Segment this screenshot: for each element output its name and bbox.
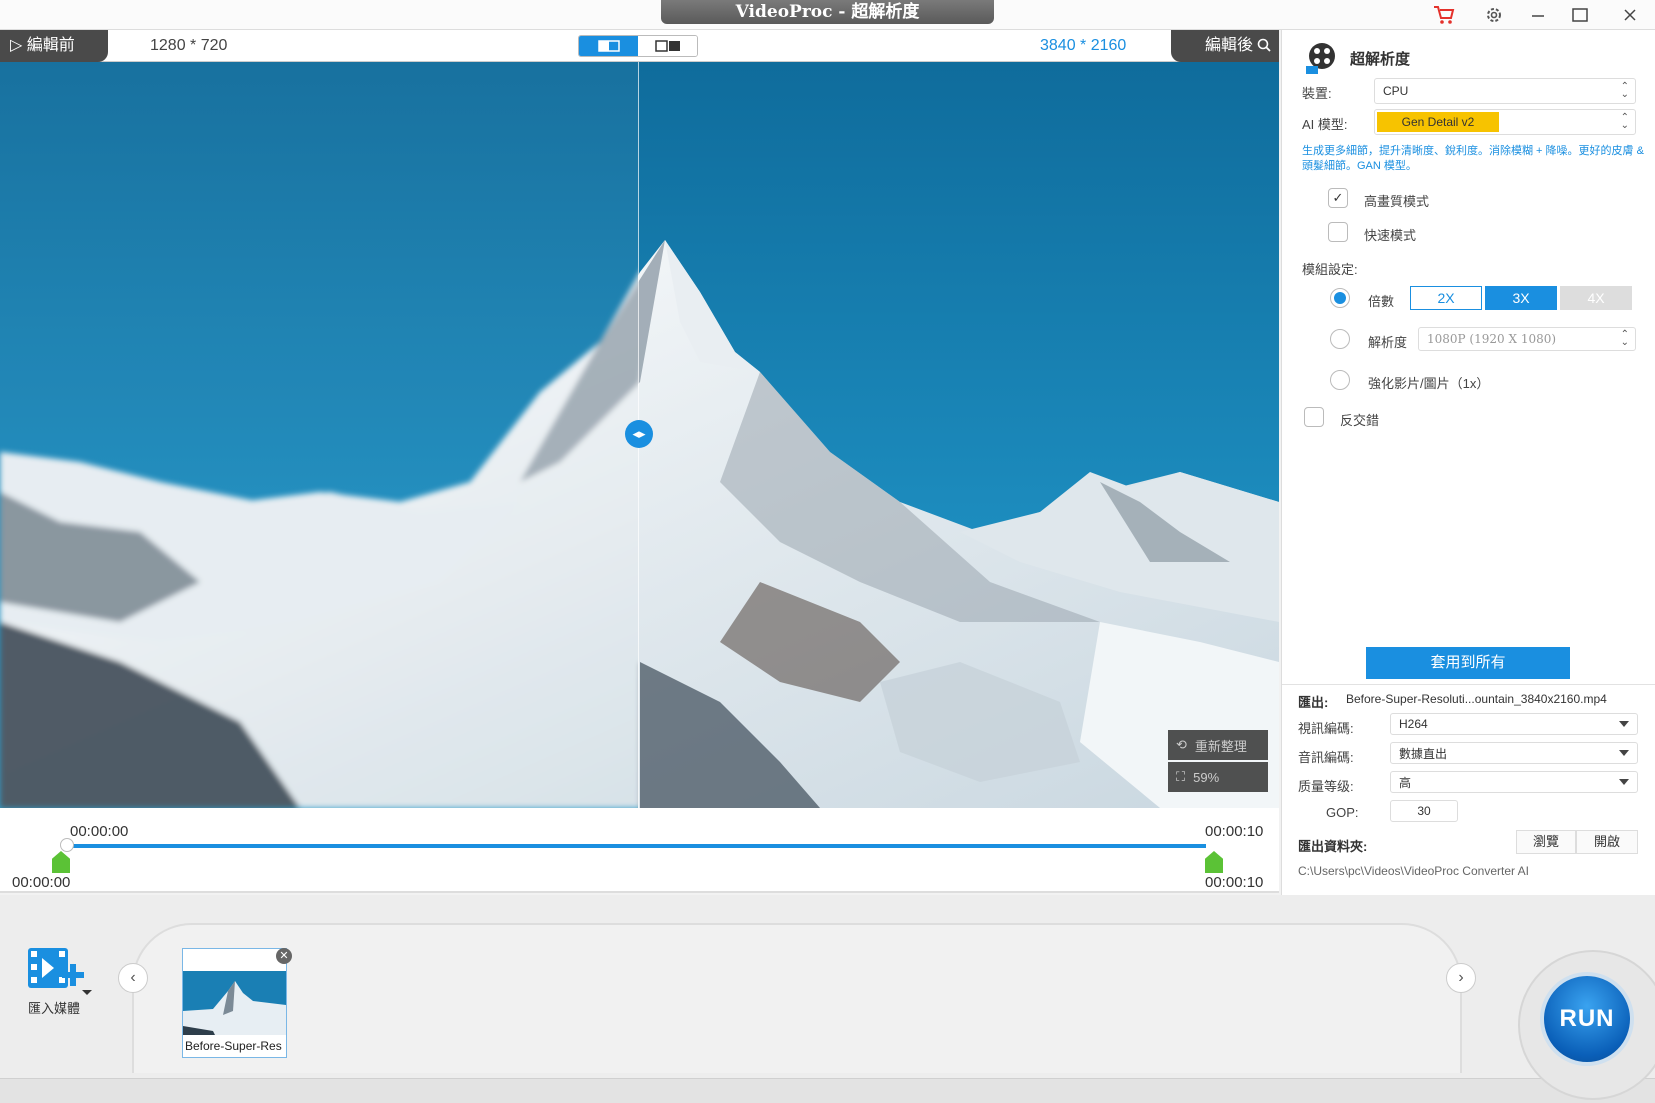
compare-drag-handle-icon[interactable]: ◂▸ [625,420,653,448]
panel-divider [1282,684,1655,685]
deinterlace-label: 反交錯 [1340,413,1380,428]
refresh-icon: ⟲ [1176,737,1187,752]
gop-label: GOP: [1326,805,1359,820]
high-quality-label: 高畫質模式 [1364,194,1430,209]
gop-input[interactable]: 30 [1390,800,1458,822]
panel-title: 超解析度 [1350,51,1411,68]
scroll-right-icon[interactable]: › [1446,963,1476,993]
scale-2x-button[interactable]: 2X [1410,286,1482,310]
preview-header: ▷ 編輯前 1280 * 720 3840 * 2160 編輯後 [0,30,1279,62]
reset-label: 重新整理 [1194,738,1247,754]
side-by-side-icon[interactable] [638,36,697,56]
audio-codec-label: 音訊編碼: [1298,750,1354,765]
zoom-button[interactable]: ⛶ 59% [1168,762,1268,792]
open-button[interactable]: 開啟 [1576,830,1638,854]
zoom-icon: ⛶ [1176,769,1186,784]
zoom-label: 59% [1193,769,1220,785]
reset-button[interactable]: ⟲ 重新整理 [1168,730,1268,760]
play-icon: ▷ [10,37,27,54]
device-label: 裝置: [1302,86,1332,101]
before-resolution: 1280 * 720 [150,37,228,54]
quality-select[interactable]: 高 [1390,771,1638,793]
enhance-label: 強化影片/圖片（1x） [1368,376,1490,391]
playhead-knob[interactable] [60,838,74,852]
dropdown-icon [1619,750,1629,756]
export-folder-label: 匯出資料夾: [1298,839,1368,854]
export-filename: Before-Super-Resoluti...ountain_3840x216… [1346,692,1607,706]
timeline-end-bottom: 00:00:10 [1205,874,1264,891]
quality-label: 质量等级: [1298,779,1354,794]
before-label: 編輯前 [26,37,75,54]
status-bar [0,1078,1655,1103]
scroll-left-icon[interactable]: ‹ [118,963,148,993]
scale-label: 倍數 [1368,294,1395,309]
resolution-label: 解析度 [1368,335,1408,350]
media-thumbnail[interactable]: Before-Super-Res [182,948,287,1058]
fast-mode-label: 快速模式 [1364,228,1417,243]
scale-radio[interactable] [1330,288,1350,308]
timeline-end-top: 00:00:10 [1205,823,1264,840]
updown-icon: ⌃ ⌄ [1620,112,1629,131]
device-value: CPU [1383,84,1409,98]
split-view-icon[interactable] [579,36,638,56]
compare-mode-toggle[interactable] [578,35,698,57]
resolution-select[interactable]: 1080P (1920 X 1080) ⌃ ⌄ [1418,327,1636,351]
video-codec-value: H264 [1399,717,1428,731]
enhance-radio[interactable] [1330,370,1350,390]
apply-all-button[interactable]: 套用到所有 [1366,647,1570,679]
quality-value: 高 [1399,775,1412,790]
maximize-icon[interactable] [1562,0,1598,30]
run-button[interactable]: RUN [1540,972,1634,1066]
media-strip [132,923,1462,1073]
deinterlace-checkbox[interactable] [1304,407,1324,427]
after-resolution: 3840 * 2160 [1040,37,1127,54]
import-media-button[interactable] [24,944,94,1001]
model-select[interactable]: Gen Detail v2 ⌃ ⌄ [1374,109,1636,135]
dropdown-icon [1619,721,1629,727]
gear-icon[interactable] [1476,0,1512,30]
updown-icon: ⌃ ⌄ [1620,329,1629,348]
audio-codec-value: 數據直出 [1399,746,1448,761]
video-codec-label: 視訊編碼: [1298,721,1354,736]
video-codec-select[interactable]: H264 [1390,713,1638,735]
updown-icon: ⌃ ⌄ [1620,81,1629,100]
close-icon[interactable] [1612,0,1648,30]
model-label: AI 模型: [1302,117,1348,132]
scale-4x-button[interactable]: 4X [1560,286,1632,310]
cart-icon[interactable] [1426,0,1462,30]
model-value: Gen Detail v2 [1377,112,1499,132]
window-title: VideoProc - 超解析度 [661,0,994,24]
resolution-radio[interactable] [1330,329,1350,349]
fast-mode-checkbox[interactable] [1328,222,1348,242]
scale-3x-button[interactable]: 3X [1485,286,1557,310]
browse-button[interactable]: 瀏覽 [1516,830,1576,854]
timeline [0,808,1279,893]
before-tab: ▷ 編輯前 [0,30,108,62]
thumbnail-label: Before-Super-Res [183,1035,286,1057]
audio-codec-select[interactable]: 數據直出 [1390,742,1638,764]
remove-thumbnail-icon[interactable]: ✕ [276,948,292,964]
model-settings-label: 模組設定: [1302,262,1358,277]
dropdown-icon [1619,779,1629,785]
title-bar: VideoProc - 超解析度 [0,0,1655,30]
minimize-icon[interactable] [1520,0,1556,30]
import-media-label: 匯入媒體 [28,1001,81,1016]
settings-panel: 超解析度 裝置: CPU ⌃ ⌄ AI 模型: Gen Detail v2 ⌃ ⌄ … [1281,30,1655,895]
timeline-start-top: 00:00:00 [70,823,129,840]
export-folder-path: C:\Users\pc\Videos\VideoProc Converter A… [1298,864,1529,878]
high-quality-checkbox[interactable]: ✓ [1328,188,1348,208]
timeline-start-bottom: 00:00:00 [12,874,71,891]
model-description: 生成更多細節，提升清晰度、銳利度。消除模糊 + 降噪。更好的皮膚 & 頭髮細節。… [1302,145,1644,172]
export-label: 匯出: [1298,695,1329,710]
after-tab: 編輯後 [1171,30,1279,62]
timeline-track[interactable] [66,844,1206,848]
import-media-icon [28,948,92,995]
device-select[interactable]: CPU ⌃ ⌄ [1374,78,1636,104]
search-icon[interactable] [1257,37,1272,54]
resolution-value: 1080P (1920 X 1080) [1427,332,1557,346]
film-reel-icon [1304,40,1340,81]
after-label: 編輯後 [1205,37,1254,54]
